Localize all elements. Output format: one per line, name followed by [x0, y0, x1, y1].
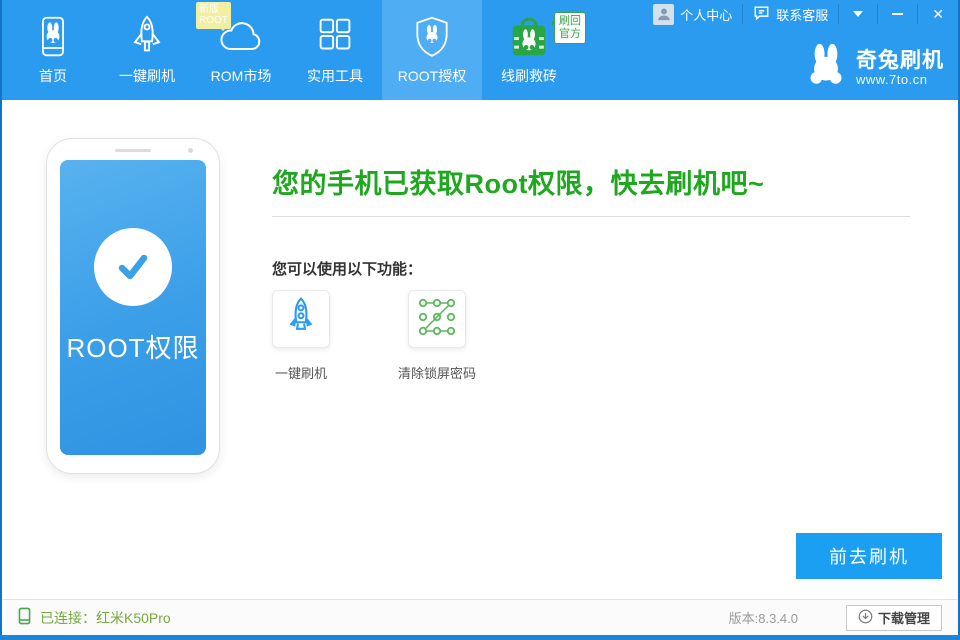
nav-item-home[interactable]: 首页: [6, 0, 100, 100]
flash-back-official-badge: 刷回 官方: [554, 12, 586, 44]
nav-label: 实用工具: [307, 66, 363, 86]
feature-clear-lockscreen[interactable]: 清除锁屏密码: [398, 290, 476, 382]
new-root-badge: 新版 ROOT: [196, 2, 231, 29]
home-phone-rabbit-icon: [31, 11, 75, 63]
phone-illustration: ROOT权限: [46, 138, 220, 474]
main-nav: 首页 一键刷机 新版 ROOT: [6, 0, 576, 100]
close-button[interactable]: ✕: [918, 0, 958, 28]
download-manager-label: 下载管理: [878, 608, 930, 627]
close-icon: ✕: [932, 6, 944, 23]
connection-text: 已连接：红米K50Pro: [40, 608, 171, 628]
dropdown-menu-button[interactable]: [839, 0, 877, 28]
nav-label: 线刷救砖: [501, 66, 557, 86]
rocket-icon: [124, 11, 170, 63]
go-flash-button[interactable]: 前去刷机: [796, 533, 942, 579]
system-strip: 个人中心 联系客服: [643, 0, 958, 28]
chat-bubble-icon: [753, 5, 770, 24]
shield-rabbit-icon: [410, 11, 454, 63]
features-title: 您可以使用以下功能：: [272, 258, 422, 279]
divider: [272, 216, 910, 217]
topbar: 首页 一键刷机 新版 ROOT: [0, 0, 960, 100]
brand-site: www.7to.cn: [856, 72, 944, 87]
rabbit-logo-icon: [804, 42, 848, 93]
feature-card: [408, 290, 466, 348]
connected-phone-icon: [18, 607, 31, 628]
grid-tools-icon: [312, 11, 358, 63]
phone-speaker: [115, 149, 151, 152]
window-border: [0, 0, 2, 640]
success-check-icon: [94, 228, 172, 306]
user-center-button[interactable]: 个人中心: [643, 0, 742, 28]
phone-camera: [188, 148, 193, 153]
pattern-lock-icon: [416, 296, 458, 343]
nav-item-brick-rescue[interactable]: 刷回 官方: [482, 0, 576, 100]
minimize-icon: [892, 13, 903, 15]
contact-support-button[interactable]: 联系客服: [743, 0, 838, 28]
user-center-label: 个人中心: [680, 5, 732, 24]
window-border: [0, 635, 960, 640]
nav-label: ROM市场: [211, 66, 272, 86]
statusbar: 已连接：红米K50Pro 版本:8.3.4.0 下载管理: [2, 599, 958, 635]
feature-label: 一键刷机: [275, 363, 327, 382]
root-success-heading: 您的手机已获取Root权限，快去刷机吧~: [272, 162, 764, 201]
connection-status: 已连接：红米K50Pro: [18, 607, 171, 628]
phone-screen: ROOT权限: [60, 160, 206, 455]
root-permission-label: ROOT权限: [60, 328, 206, 365]
version-label: 版本:8.3.4.0: [729, 608, 798, 627]
feature-label: 清除锁屏密码: [398, 363, 476, 382]
brand-logo: 奇兔刷机 www.7to.cn: [804, 42, 944, 93]
contact-support-label: 联系客服: [776, 5, 828, 24]
features-list: 一键刷机: [272, 290, 476, 382]
avatar: [653, 4, 674, 25]
main-content: ROOT权限 您的手机已获取Root权限，快去刷机吧~ 您可以使用以下功能：: [2, 100, 958, 599]
toolbox-rabbit-icon: [506, 11, 552, 63]
download-manager-button[interactable]: 下载管理: [846, 605, 942, 631]
feature-one-key-flash[interactable]: 一键刷机: [272, 290, 330, 382]
nav-item-rom-market[interactable]: 新版 ROOT ROM市场: [194, 0, 288, 100]
feature-card: [272, 290, 330, 348]
nav-item-root-auth[interactable]: ROOT授权: [382, 0, 482, 100]
chevron-down-icon: [853, 11, 863, 22]
brand-name: 奇兔刷机: [856, 49, 944, 72]
nav-item-tools[interactable]: 实用工具: [288, 0, 382, 100]
nav-label: 一键刷机: [119, 66, 175, 86]
nav-label: 首页: [39, 66, 67, 86]
download-icon: [858, 609, 873, 627]
rocket-icon: [280, 296, 322, 343]
app-window: 首页 一键刷机 新版 ROOT: [0, 0, 960, 640]
nav-label: ROOT授权: [398, 66, 466, 86]
minimize-button[interactable]: [878, 0, 917, 28]
nav-item-one-key-flash[interactable]: 一键刷机: [100, 0, 194, 100]
